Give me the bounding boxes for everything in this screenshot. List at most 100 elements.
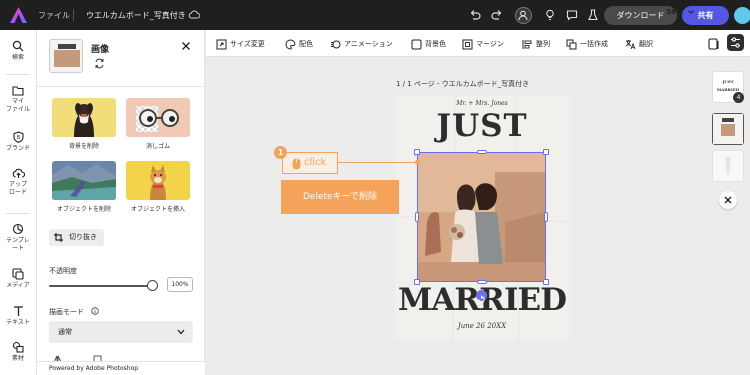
crop-button[interactable]: 切り抜き [49, 229, 104, 246]
chevron-down-icon [177, 329, 185, 335]
svg-text:B: B [16, 135, 20, 141]
crop-label: 切り抜き [69, 233, 97, 241]
replace-icon[interactable] [94, 58, 105, 69]
comment-icon[interactable] [565, 8, 579, 22]
blend-mode-label: 描画モード [49, 308, 84, 316]
template-icon [12, 223, 24, 235]
rail-item-templates[interactable]: テンプレ ート [0, 223, 36, 253]
poster-date[interactable]: June 26 20XX [395, 322, 569, 330]
mouse-icon [292, 158, 301, 170]
undo-icon[interactable] [468, 8, 482, 22]
rail-label-my-files: マイ ファイル [5, 98, 30, 113]
margin-icon [462, 39, 473, 50]
callout-connector-dot [415, 160, 420, 165]
properties-toggle-button[interactable] [727, 34, 744, 51]
tool-label: 一括作成 [580, 40, 608, 48]
callout-connector [338, 162, 417, 163]
chevron-down-icon [688, 10, 695, 14]
zoom-level[interactable]: 38% [666, 8, 695, 16]
rail-label-upload: アップ ロード [8, 181, 27, 196]
poster-names[interactable]: Mr. + Mrs. Jones [395, 100, 569, 107]
rotate-icon [478, 295, 485, 303]
text-icon [13, 306, 23, 316]
opacity-label: 不透明度 [49, 267, 77, 275]
resize-handle[interactable] [415, 212, 419, 222]
resize-handle[interactable] [544, 212, 548, 222]
rail-item-brand[interactable]: B ブランド [0, 131, 36, 153]
rail-item-media[interactable]: メディア [0, 268, 36, 290]
rail-item-elements[interactable]: 素材 [0, 341, 36, 363]
selection-box [417, 152, 546, 282]
blend-mode-select[interactable]: 通常 [49, 321, 193, 343]
align-icon [522, 40, 532, 49]
avatar[interactable] [734, 7, 750, 24]
redo-icon[interactable] [490, 8, 504, 22]
resize-handle[interactable] [477, 280, 487, 284]
opacity-slider-track[interactable] [49, 285, 153, 287]
brand-icon: B [12, 131, 24, 143]
resize-handle[interactable] [543, 279, 549, 285]
page-count-badge: 4 [733, 92, 744, 103]
effect-label: オブジェクトを削除 [56, 206, 111, 213]
close-pages-button[interactable] [719, 191, 737, 209]
effect-label: 消しゴム [145, 143, 170, 150]
powered-by-footer: Powered by Adobe Photoshop [37, 361, 205, 375]
top-bar: ファイル ウエルカムボード_写真付き ダウンロード 共有 [0, 0, 750, 30]
remove-object-image [52, 161, 116, 200]
tool-label: マージン [476, 40, 504, 48]
resize-handle[interactable] [414, 149, 420, 155]
document-title[interactable]: ウエルカムボード_写真付き [86, 10, 186, 21]
lightbulb-icon[interactable] [543, 8, 557, 22]
upload-icon [12, 168, 25, 178]
file-menu[interactable]: ファイル [38, 10, 70, 21]
crop-icon [54, 233, 63, 242]
background-color-icon [411, 39, 422, 50]
resize-handle[interactable] [414, 279, 420, 285]
tool-label: 配色 [299, 40, 313, 48]
rail-item-search[interactable]: 検索 [0, 40, 36, 62]
elements-icon [12, 341, 24, 353]
close-icon[interactable] [181, 41, 191, 51]
eraser-tile[interactable] [126, 98, 190, 137]
remove-object-tile[interactable] [52, 161, 116, 200]
resize-handle[interactable] [477, 150, 487, 154]
zoom-value: 38% [666, 8, 683, 16]
page-indicator: 1 / 1 ページ - ウエルカムボード_写真付き [396, 80, 530, 88]
eraser-image [126, 98, 190, 137]
page-thumbnail[interactable] [712, 150, 744, 182]
rail-divider [6, 213, 30, 214]
instruction-callout: Deleteキーで削除 [281, 180, 399, 214]
blend-mode-value: 通常 [58, 328, 72, 336]
opacity-slider-handle[interactable] [147, 280, 158, 291]
rail-item-upload[interactable]: アップ ロード [0, 168, 36, 197]
rail-item-my-files[interactable]: マイ ファイル [0, 85, 36, 114]
remove-background-image [52, 98, 116, 137]
insert-object-tile[interactable] [126, 161, 190, 200]
selected-image-thumbnail[interactable] [49, 39, 83, 73]
poster-headline-top[interactable]: JUST [395, 108, 569, 144]
thumbnail-graphic [50, 40, 82, 72]
tool-label: 翻訳 [639, 40, 653, 48]
rail-label-templates: テンプレ ート [6, 237, 30, 252]
rail-label-elements: 素材 [11, 355, 24, 362]
flask-icon[interactable] [586, 8, 600, 22]
invite-user-button[interactable] [515, 7, 532, 24]
cloud-icon [188, 10, 200, 19]
rotate-handle[interactable] [476, 290, 487, 303]
divider [73, 9, 74, 21]
resize-handle[interactable] [543, 149, 549, 155]
page-thumbnail-image [713, 114, 743, 144]
page-thumbnail-active[interactable] [712, 113, 744, 145]
sliders-icon [731, 37, 740, 48]
layers-icon[interactable] [707, 37, 721, 51]
effect-label: 背景を削除 [68, 143, 99, 150]
rail-item-text[interactable]: テキスト [0, 305, 36, 327]
opacity-value-field[interactable]: 100% [167, 277, 193, 292]
editor-toolbar: サイズ変更 配色 アニメーション 背景色 マージン 整列 一括作成 翻訳 [206, 30, 750, 57]
rail-label-text: テキスト [6, 319, 30, 326]
adobe-express-logo[interactable] [10, 7, 27, 23]
info-icon[interactable] [91, 307, 99, 315]
insert-object-image [126, 161, 190, 200]
remove-background-tile[interactable] [52, 98, 116, 137]
page-thumbnail-image [725, 157, 731, 175]
